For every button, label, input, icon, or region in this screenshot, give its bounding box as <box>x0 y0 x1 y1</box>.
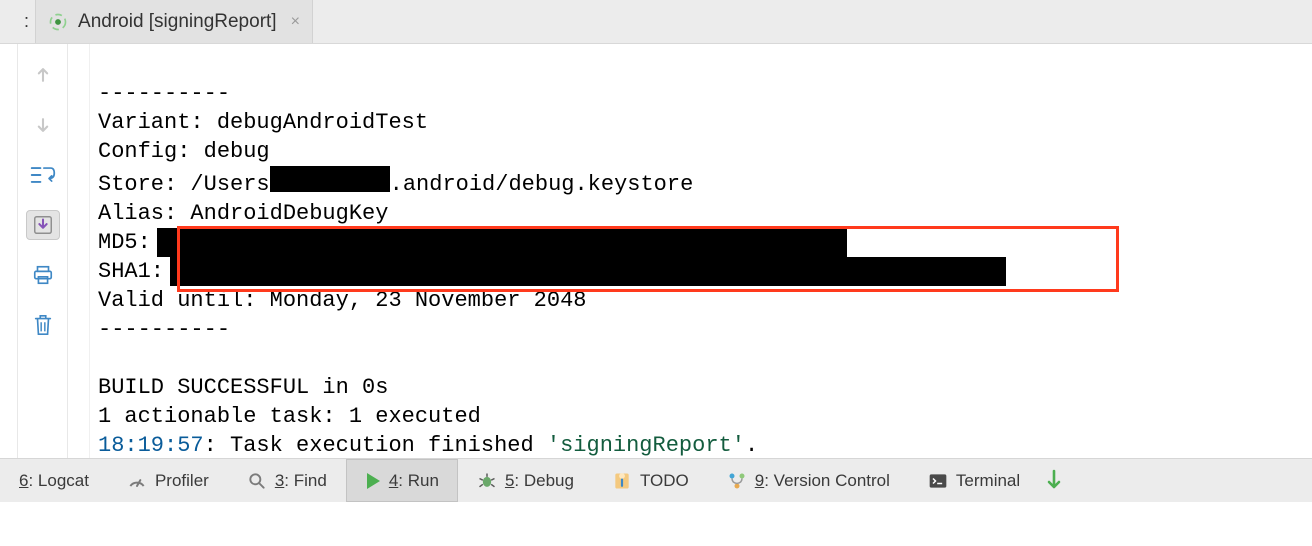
arrow-down-icon <box>1046 469 1062 493</box>
config-line: Config: debug <box>98 139 270 164</box>
console-output[interactable]: ---------- Variant: debugAndroidTest Con… <box>90 44 1312 458</box>
tool-window-debug[interactable]: 5: Debug <box>458 459 593 502</box>
branch-icon <box>727 471 747 491</box>
gradle-icon <box>48 12 68 32</box>
gauge-icon <box>127 471 147 491</box>
print-button[interactable] <box>26 260 60 290</box>
variant-line: Variant: debugAndroidTest <box>98 110 428 135</box>
left-gutter <box>0 44 18 458</box>
sha1-line: SHA1: <box>98 257 1312 286</box>
tool-window-todo[interactable]: TODO <box>593 459 708 502</box>
tool-window-bar: 6: Logcat Profiler 3: Find 4: Run 5: Deb… <box>0 458 1312 502</box>
separator-line: ---------- <box>98 81 230 106</box>
run-config-tab[interactable]: Android [signingReport] × <box>35 0 313 43</box>
tool-window-run[interactable]: 4: Run <box>346 459 458 502</box>
search-icon <box>247 471 267 491</box>
md5-line: MD5: <box>98 228 1312 257</box>
scroll-to-end-button[interactable] <box>26 210 60 240</box>
redacted-md5 <box>157 228 847 257</box>
tool-window-profiler[interactable]: Profiler <box>108 459 228 502</box>
bug-icon <box>477 471 497 491</box>
terminal-icon <box>928 472 948 490</box>
play-icon <box>365 472 381 490</box>
timestamp: 18:19:57 <box>98 433 204 458</box>
scroll-down-button[interactable] <box>26 110 60 140</box>
run-toolstrip <box>18 44 68 458</box>
run-panel-body: ---------- Variant: debugAndroidTest Con… <box>0 44 1312 458</box>
soft-wrap-button[interactable] <box>26 160 60 190</box>
tool-window-terminal[interactable]: Terminal <box>909 459 1039 502</box>
finish-line: 18:19:57: Task execution finished 'signi… <box>98 433 758 458</box>
tab-prefix-colon: : <box>24 0 35 43</box>
tool-window-logcat[interactable]: 6: Logcat <box>0 459 108 502</box>
run-tab-bar: : Android [signingReport] × <box>0 0 1312 44</box>
separator-line: ---------- <box>98 317 230 342</box>
redacted-username <box>270 166 390 192</box>
todo-icon <box>612 471 632 491</box>
redacted-sha1 <box>170 257 1006 286</box>
sync-indicator[interactable] <box>1039 459 1069 502</box>
task-name-quoted: 'signingReport' <box>547 433 745 458</box>
run-config-tab-title: Android [signingReport] <box>78 11 277 33</box>
scroll-up-button[interactable] <box>26 60 60 90</box>
alias-line: Alias: AndroidDebugKey <box>98 201 388 226</box>
build-successful-line: BUILD SUCCESSFUL in 0s <box>98 375 388 400</box>
tool-window-find[interactable]: 3: Find <box>228 459 346 502</box>
store-line: Store: /Users.android/debug.keystore <box>98 172 693 197</box>
console-gutter <box>68 44 90 458</box>
valid-until-line: Valid until: Monday, 23 November 2048 <box>98 288 586 313</box>
tasks-line: 1 actionable task: 1 executed <box>98 404 481 429</box>
tool-window-version-control[interactable]: 9: Version Control <box>708 459 909 502</box>
close-icon[interactable]: × <box>287 13 300 31</box>
trash-button[interactable] <box>26 310 60 340</box>
